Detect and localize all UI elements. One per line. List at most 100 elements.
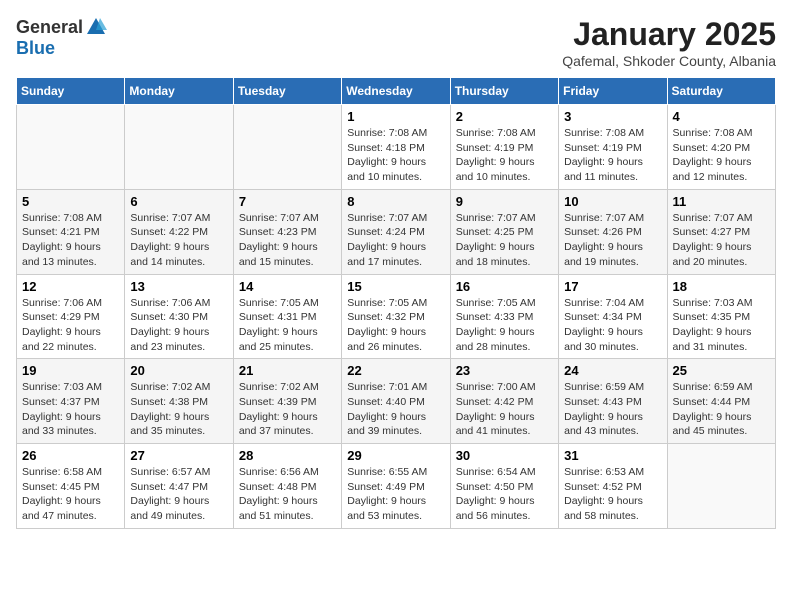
day-number: 27 bbox=[130, 448, 227, 463]
day-info: Sunrise: 7:03 AM Sunset: 4:35 PM Dayligh… bbox=[673, 296, 770, 355]
day-number: 4 bbox=[673, 109, 770, 124]
day-number: 3 bbox=[564, 109, 661, 124]
calendar-day-17: 17 Sunrise: 7:04 AM Sunset: 4:34 PM Dayli… bbox=[559, 274, 667, 359]
day-info: Sunrise: 6:57 AM Sunset: 4:47 PM Dayligh… bbox=[130, 465, 227, 524]
calendar-day-16: 16 Sunrise: 7:05 AM Sunset: 4:33 PM Dayli… bbox=[450, 274, 558, 359]
calendar-day-6: 6 Sunrise: 7:07 AM Sunset: 4:22 PM Daylig… bbox=[125, 189, 233, 274]
calendar-day-18: 18 Sunrise: 7:03 AM Sunset: 4:35 PM Dayli… bbox=[667, 274, 775, 359]
day-number: 18 bbox=[673, 279, 770, 294]
day-info: Sunrise: 6:55 AM Sunset: 4:49 PM Dayligh… bbox=[347, 465, 444, 524]
empty-cell bbox=[233, 105, 341, 190]
month-title: January 2025 bbox=[562, 16, 776, 53]
day-info: Sunrise: 7:07 AM Sunset: 4:22 PM Dayligh… bbox=[130, 211, 227, 270]
calendar-day-25: 25 Sunrise: 6:59 AM Sunset: 4:44 PM Dayli… bbox=[667, 359, 775, 444]
day-number: 12 bbox=[22, 279, 119, 294]
day-number: 20 bbox=[130, 363, 227, 378]
day-number: 15 bbox=[347, 279, 444, 294]
day-info: Sunrise: 6:59 AM Sunset: 4:43 PM Dayligh… bbox=[564, 380, 661, 439]
calendar-day-22: 22Sunrise: 7:01 AM Sunset: 4:40 PM Dayli… bbox=[342, 359, 450, 444]
day-info: Sunrise: 6:58 AM Sunset: 4:45 PM Dayligh… bbox=[22, 465, 119, 524]
calendar-day-7: 7 Sunrise: 7:07 AM Sunset: 4:23 PM Daylig… bbox=[233, 189, 341, 274]
day-info: Sunrise: 7:08 AM Sunset: 4:19 PM Dayligh… bbox=[456, 126, 553, 185]
title-block: January 2025 Qafemal, Shkoder County, Al… bbox=[562, 16, 776, 69]
day-number: 23 bbox=[456, 363, 553, 378]
day-info: Sunrise: 7:02 AM Sunset: 4:38 PM Dayligh… bbox=[130, 380, 227, 439]
logo-blue: Blue bbox=[16, 38, 55, 59]
subtitle: Qafemal, Shkoder County, Albania bbox=[562, 53, 776, 69]
day-number: 16 bbox=[456, 279, 553, 294]
day-info: Sunrise: 7:05 AM Sunset: 4:31 PM Dayligh… bbox=[239, 296, 336, 355]
calendar-day-11: 11 Sunrise: 7:07 AM Sunset: 4:27 PM Dayli… bbox=[667, 189, 775, 274]
calendar-week-1: 1Sunrise: 7:08 AM Sunset: 4:18 PM Daylig… bbox=[17, 105, 776, 190]
day-info: Sunrise: 7:06 AM Sunset: 4:30 PM Dayligh… bbox=[130, 296, 227, 355]
day-info: Sunrise: 7:06 AM Sunset: 4:29 PM Dayligh… bbox=[22, 296, 119, 355]
day-info: Sunrise: 7:08 AM Sunset: 4:18 PM Dayligh… bbox=[347, 126, 444, 185]
day-header-friday: Friday bbox=[559, 78, 667, 105]
day-info: Sunrise: 7:07 AM Sunset: 4:23 PM Dayligh… bbox=[239, 211, 336, 270]
logo-general: General bbox=[16, 17, 83, 38]
day-number: 2 bbox=[456, 109, 553, 124]
day-header-saturday: Saturday bbox=[667, 78, 775, 105]
day-header-monday: Monday bbox=[125, 78, 233, 105]
calendar-day-3: 3 Sunrise: 7:08 AM Sunset: 4:19 PM Daylig… bbox=[559, 105, 667, 190]
calendar-day-5: 5Sunrise: 7:08 AM Sunset: 4:21 PM Daylig… bbox=[17, 189, 125, 274]
day-number: 28 bbox=[239, 448, 336, 463]
day-info: Sunrise: 7:00 AM Sunset: 4:42 PM Dayligh… bbox=[456, 380, 553, 439]
day-info: Sunrise: 7:03 AM Sunset: 4:37 PM Dayligh… bbox=[22, 380, 119, 439]
day-number: 13 bbox=[130, 279, 227, 294]
day-info: Sunrise: 7:08 AM Sunset: 4:19 PM Dayligh… bbox=[564, 126, 661, 185]
empty-cell bbox=[125, 105, 233, 190]
day-number: 30 bbox=[456, 448, 553, 463]
calendar-day-8: 8Sunrise: 7:07 AM Sunset: 4:24 PM Daylig… bbox=[342, 189, 450, 274]
day-info: Sunrise: 7:07 AM Sunset: 4:27 PM Dayligh… bbox=[673, 211, 770, 270]
day-info: Sunrise: 7:04 AM Sunset: 4:34 PM Dayligh… bbox=[564, 296, 661, 355]
empty-cell bbox=[667, 444, 775, 529]
calendar-week-3: 12 Sunrise: 7:06 AM Sunset: 4:29 PM Dayli… bbox=[17, 274, 776, 359]
day-info: Sunrise: 6:53 AM Sunset: 4:52 PM Dayligh… bbox=[564, 465, 661, 524]
day-number: 6 bbox=[130, 194, 227, 209]
calendar-day-2: 2 Sunrise: 7:08 AM Sunset: 4:19 PM Daylig… bbox=[450, 105, 558, 190]
calendar-day-12: 12 Sunrise: 7:06 AM Sunset: 4:29 PM Dayli… bbox=[17, 274, 125, 359]
calendar-day-26: 26 Sunrise: 6:58 AM Sunset: 4:45 PM Dayli… bbox=[17, 444, 125, 529]
day-info: Sunrise: 7:01 AM Sunset: 4:40 PM Dayligh… bbox=[347, 380, 444, 439]
day-number: 10 bbox=[564, 194, 661, 209]
day-info: Sunrise: 7:07 AM Sunset: 4:26 PM Dayligh… bbox=[564, 211, 661, 270]
day-info: Sunrise: 7:02 AM Sunset: 4:39 PM Dayligh… bbox=[239, 380, 336, 439]
empty-cell bbox=[17, 105, 125, 190]
day-number: 7 bbox=[239, 194, 336, 209]
day-info: Sunrise: 6:54 AM Sunset: 4:50 PM Dayligh… bbox=[456, 465, 553, 524]
calendar: SundayMondayTuesdayWednesdayThursdayFrid… bbox=[16, 77, 776, 529]
day-info: Sunrise: 6:56 AM Sunset: 4:48 PM Dayligh… bbox=[239, 465, 336, 524]
day-number: 25 bbox=[673, 363, 770, 378]
calendar-week-4: 19 Sunrise: 7:03 AM Sunset: 4:37 PM Dayli… bbox=[17, 359, 776, 444]
day-info: Sunrise: 6:59 AM Sunset: 4:44 PM Dayligh… bbox=[673, 380, 770, 439]
calendar-day-13: 13 Sunrise: 7:06 AM Sunset: 4:30 PM Dayli… bbox=[125, 274, 233, 359]
day-header-sunday: Sunday bbox=[17, 78, 125, 105]
day-number: 21 bbox=[239, 363, 336, 378]
day-info: Sunrise: 7:05 AM Sunset: 4:33 PM Dayligh… bbox=[456, 296, 553, 355]
calendar-day-21: 21 Sunrise: 7:02 AM Sunset: 4:39 PM Dayli… bbox=[233, 359, 341, 444]
day-header-wednesday: Wednesday bbox=[342, 78, 450, 105]
day-header-thursday: Thursday bbox=[450, 78, 558, 105]
calendar-day-14: 14 Sunrise: 7:05 AM Sunset: 4:31 PM Dayli… bbox=[233, 274, 341, 359]
calendar-day-24: 24Sunrise: 6:59 AM Sunset: 4:43 PM Dayli… bbox=[559, 359, 667, 444]
calendar-day-1: 1Sunrise: 7:08 AM Sunset: 4:18 PM Daylig… bbox=[342, 105, 450, 190]
day-number: 11 bbox=[673, 194, 770, 209]
page-header: General Blue January 2025 Qafemal, Shkod… bbox=[16, 16, 776, 69]
day-number: 14 bbox=[239, 279, 336, 294]
day-info: Sunrise: 7:05 AM Sunset: 4:32 PM Dayligh… bbox=[347, 296, 444, 355]
calendar-day-9: 9Sunrise: 7:07 AM Sunset: 4:25 PM Daylig… bbox=[450, 189, 558, 274]
day-number: 31 bbox=[564, 448, 661, 463]
calendar-day-27: 27 Sunrise: 6:57 AM Sunset: 4:47 PM Dayli… bbox=[125, 444, 233, 529]
calendar-day-4: 4Sunrise: 7:08 AM Sunset: 4:20 PM Daylig… bbox=[667, 105, 775, 190]
calendar-day-29: 29Sunrise: 6:55 AM Sunset: 4:49 PM Dayli… bbox=[342, 444, 450, 529]
calendar-day-31: 31 Sunrise: 6:53 AM Sunset: 4:52 PM Dayli… bbox=[559, 444, 667, 529]
day-number: 17 bbox=[564, 279, 661, 294]
day-header-tuesday: Tuesday bbox=[233, 78, 341, 105]
calendar-week-2: 5Sunrise: 7:08 AM Sunset: 4:21 PM Daylig… bbox=[17, 189, 776, 274]
day-number: 26 bbox=[22, 448, 119, 463]
calendar-day-19: 19 Sunrise: 7:03 AM Sunset: 4:37 PM Dayli… bbox=[17, 359, 125, 444]
day-info: Sunrise: 7:08 AM Sunset: 4:21 PM Dayligh… bbox=[22, 211, 119, 270]
day-number: 19 bbox=[22, 363, 119, 378]
calendar-day-30: 30 Sunrise: 6:54 AM Sunset: 4:50 PM Dayli… bbox=[450, 444, 558, 529]
